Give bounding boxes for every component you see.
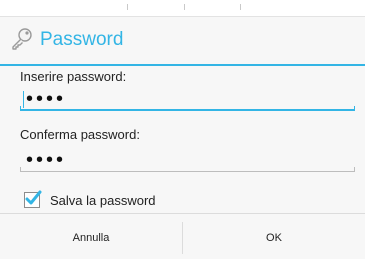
password-value: •••• bbox=[26, 88, 67, 110]
checkmark-icon bbox=[25, 190, 42, 205]
key-icon bbox=[10, 27, 34, 51]
background-strip bbox=[0, 0, 365, 16]
password-dialog: Password Inserire password: •••• Conferm… bbox=[0, 16, 365, 259]
text-cursor bbox=[23, 91, 24, 108]
field-corner bbox=[354, 167, 355, 172]
title-divider bbox=[0, 64, 365, 66]
save-password-checkbox[interactable] bbox=[24, 190, 42, 208]
tick-mark bbox=[127, 4, 128, 10]
field-underline bbox=[20, 171, 355, 172]
password-field[interactable]: •••• bbox=[20, 89, 355, 111]
screen: Password Inserire password: •••• Conferm… bbox=[0, 0, 365, 259]
confirm-password-value: •••• bbox=[26, 149, 67, 171]
ok-button[interactable]: OK bbox=[183, 214, 365, 259]
field-corner bbox=[20, 167, 21, 172]
tick-mark bbox=[240, 4, 241, 10]
field-corner bbox=[354, 106, 355, 111]
dialog-title-bar: Password bbox=[0, 17, 365, 64]
field-underline bbox=[20, 109, 355, 111]
confirm-password-field[interactable]: •••• bbox=[20, 150, 355, 172]
save-password-label: Salva la password bbox=[50, 192, 156, 208]
field-corner bbox=[20, 106, 21, 111]
cancel-button[interactable]: Annulla bbox=[0, 214, 182, 259]
button-bar: Annulla OK bbox=[0, 213, 365, 259]
dialog-title: Password bbox=[40, 29, 124, 50]
password-label: Inserire password: bbox=[20, 69, 127, 84]
save-password-row[interactable]: Salva la password bbox=[24, 190, 156, 209]
tick-mark bbox=[184, 4, 185, 10]
confirm-password-label: Conferma password: bbox=[20, 127, 140, 142]
